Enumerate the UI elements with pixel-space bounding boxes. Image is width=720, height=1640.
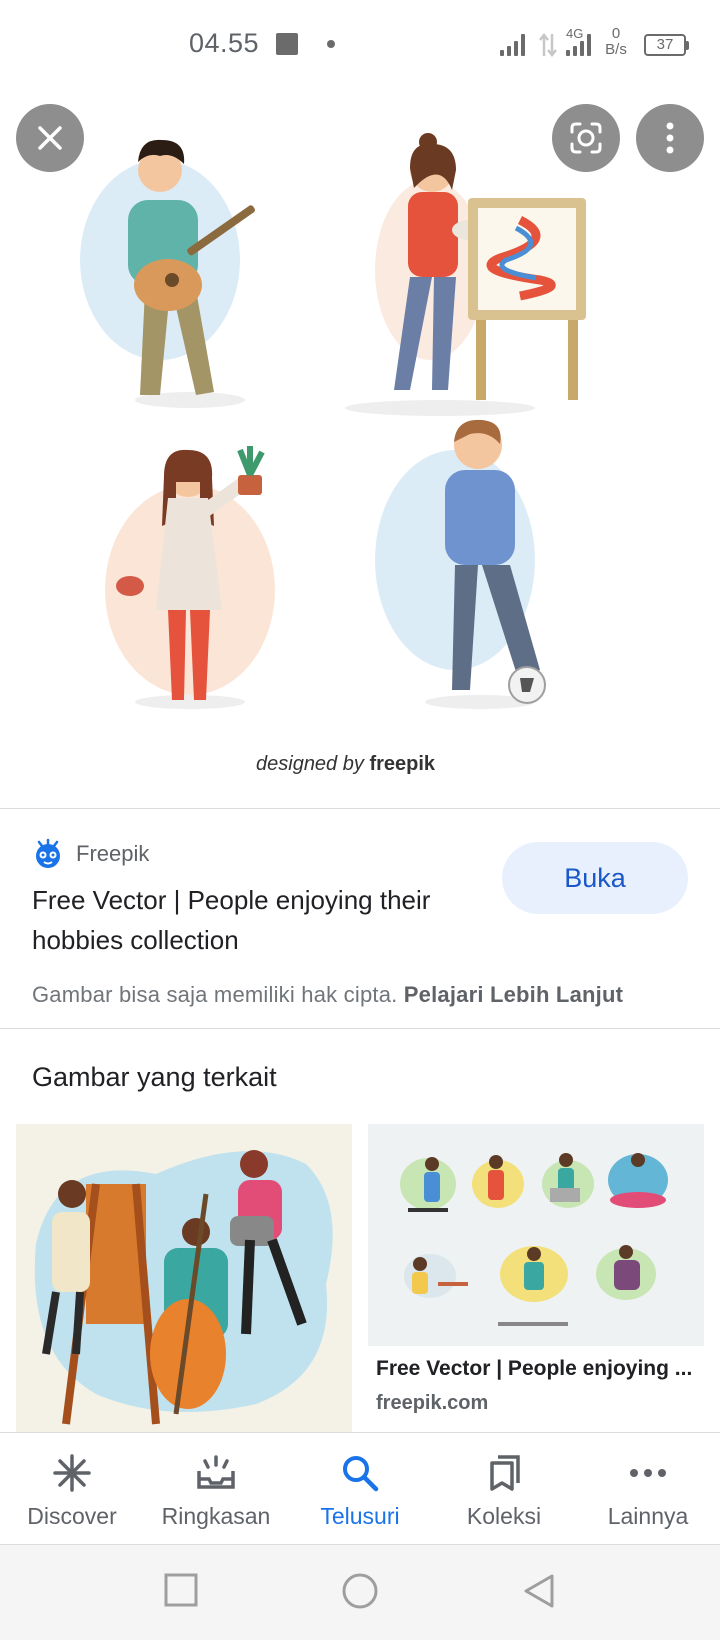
- system-navigation-bar: [0, 1544, 720, 1640]
- bottom-navigation: Discover Ringkasan Telusuri Koleksi Lain…: [0, 1432, 720, 1544]
- copyright-text: Gambar bisa saja memiliki hak cipta.: [32, 982, 398, 1007]
- home-button[interactable]: [342, 1573, 378, 1614]
- more-options-button[interactable]: [636, 104, 704, 172]
- signal-icon: [500, 34, 530, 56]
- asterisk-icon: [52, 1451, 92, 1495]
- related-item-domain: freepik.com: [376, 1392, 489, 1414]
- nav-label: Discover: [27, 1503, 117, 1529]
- bookmarks-icon: [484, 1451, 524, 1495]
- related-images-heading: Gambar yang terkait: [32, 1062, 277, 1092]
- close-button[interactable]: [16, 104, 84, 172]
- data-transfer-icon: [538, 32, 558, 58]
- back-triangle-icon: [524, 1574, 554, 1608]
- nav-discover[interactable]: Discover: [0, 1433, 144, 1544]
- speed-unit: B/s: [605, 41, 627, 58]
- speed-value: 0: [611, 25, 621, 42]
- more-vertical-icon: [666, 122, 674, 154]
- related-item-title[interactable]: Free Vector | People enjoying ...: [376, 1357, 698, 1381]
- learn-more-link[interactable]: Pelajari Lebih Lanjut: [404, 982, 623, 1007]
- battery-level: 37: [656, 36, 674, 53]
- source-name: Freepik: [76, 841, 150, 866]
- nav-label: Ringkasan: [161, 1503, 271, 1529]
- copyright-notice: Gambar bisa saja memiliki hak cipta. Pel…: [32, 982, 623, 1008]
- nav-label: Lainnya: [607, 1503, 689, 1529]
- credit-prefix: designed by: [256, 753, 364, 775]
- lens-icon: [570, 122, 602, 154]
- status-bar: 04.55 4G 0 B/s 37: [0, 0, 720, 90]
- more-horizontal-icon: [628, 1451, 668, 1495]
- battery-tip-icon: [686, 41, 689, 50]
- hobbies-illustration: [80, 133, 586, 709]
- open-button[interactable]: Buka: [502, 842, 688, 914]
- battery-indicator: 37: [644, 34, 686, 56]
- credit-brand: freepik: [369, 753, 436, 775]
- nav-search[interactable]: Telusuri: [288, 1433, 432, 1544]
- divider: [0, 1028, 720, 1029]
- signal-4g-icon: [566, 34, 598, 56]
- result-title[interactable]: Free Vector | People enjoying their hobb…: [32, 880, 462, 960]
- nav-collections[interactable]: Koleksi: [432, 1433, 576, 1544]
- source-row[interactable]: Freepik: [32, 838, 149, 870]
- updates-icon: [195, 1451, 237, 1495]
- close-icon: [38, 126, 62, 150]
- search-icon: [340, 1451, 380, 1495]
- notification-square-icon: [276, 33, 298, 55]
- notification-dot-icon: [327, 40, 335, 48]
- nav-updates[interactable]: Ringkasan: [144, 1433, 288, 1544]
- hero-image[interactable]: designed by freepik: [0, 90, 720, 808]
- recent-apps-button[interactable]: [164, 1573, 198, 1612]
- nav-label: Telusuri: [320, 1503, 400, 1529]
- back-button[interactable]: [522, 1573, 556, 1614]
- music-art-illustration: [34, 1150, 333, 1425]
- lens-button[interactable]: [552, 104, 620, 172]
- image-credit: designed by freepik: [256, 753, 435, 776]
- square-icon: [164, 1573, 198, 1607]
- hobbies-collection-illustration: [400, 1153, 668, 1326]
- related-image-card[interactable]: [16, 1124, 352, 1434]
- freepik-logo-icon: [36, 838, 60, 868]
- nav-more[interactable]: Lainnya: [576, 1433, 720, 1544]
- circle-icon: [342, 1573, 378, 1609]
- divider: [0, 808, 720, 809]
- nav-label: Koleksi: [466, 1503, 542, 1529]
- network-speed: 0 B/s: [602, 26, 630, 58]
- related-image-card[interactable]: [368, 1124, 704, 1346]
- status-time: 04.55: [189, 28, 260, 58]
